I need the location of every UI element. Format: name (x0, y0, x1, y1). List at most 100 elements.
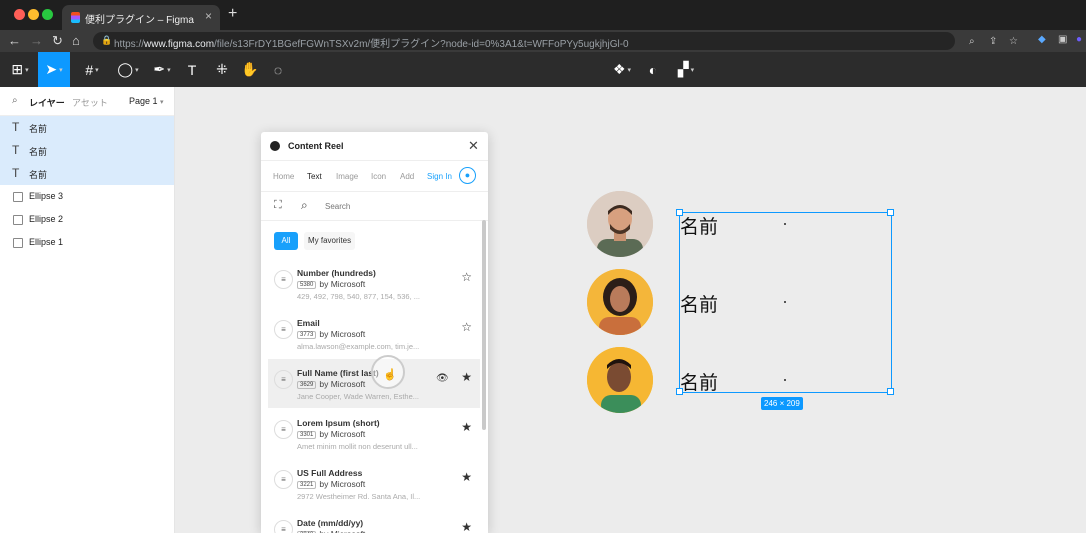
selection-size-label: 246 × 209 (761, 397, 803, 410)
layer-item[interactable]: Ellipse 1 (0, 231, 174, 254)
ellipse-1-avatar[interactable] (587, 191, 653, 257)
text-anchor-dot (784, 223, 786, 225)
content-item[interactable]: ≡ US Full Address 3221 by Microsoft 2972 Wes… (268, 459, 480, 508)
item-author: by Microsoft (319, 379, 366, 389)
figma-logo-icon: ⊞ (11, 61, 24, 77)
tab-icon[interactable]: Icon (371, 172, 386, 181)
tab-home[interactable]: Home (273, 172, 294, 181)
zoom-icon[interactable]: ⌕ (969, 36, 975, 47)
text-icon: T (187, 61, 197, 78)
item-meta: 3221 by Microsoft (297, 479, 365, 489)
tab-text[interactable]: Text (307, 172, 322, 181)
preview-eye-icon[interactable]: 👁 (436, 373, 449, 384)
cursor-arrow-icon: ➤ (45, 61, 58, 77)
resize-handle-bottom-right[interactable] (887, 388, 894, 395)
favorite-star-icon[interactable]: ☆ (461, 320, 472, 334)
text-tool-button[interactable]: T (176, 52, 208, 87)
bookmark-star-icon[interactable]: ☆ (1009, 36, 1018, 47)
content-item[interactable]: ≡ Number (hundreds) 5380 by Microsoft 429, 4… (268, 259, 480, 308)
main-menu-button[interactable]: ⊞ ▾ (4, 52, 36, 87)
new-tab-icon[interactable]: + (228, 5, 237, 23)
browser-tab-bar: 便利プラグイン – Figma × + (0, 0, 1086, 30)
hand-icon: ✋ (241, 61, 259, 77)
frame-tool-button[interactable]: # ▾ (76, 52, 108, 87)
text-lines-icon: ≡ (274, 270, 293, 289)
text-layer-icon: T (12, 143, 20, 157)
forward-icon[interactable]: → (30, 33, 43, 48)
boolean-button[interactable]: ▞ ▾ (670, 52, 702, 87)
layer-item[interactable]: T 名前 (0, 162, 174, 185)
favorite-star-icon[interactable]: ★ (461, 420, 472, 434)
layer-item[interactable]: T 名前 (0, 139, 174, 162)
profile-icon[interactable]: ● (1076, 34, 1082, 45)
component-icon: ❖ (612, 61, 626, 77)
layer-item[interactable]: Ellipse 3 (0, 185, 174, 208)
layer-label: 名前 (29, 124, 48, 134)
favorite-star-icon[interactable]: ☆ (461, 270, 472, 284)
woman-portrait-icon (587, 269, 653, 335)
move-tool-button[interactable]: ➤ ▾ (38, 52, 70, 87)
search-input[interactable] (323, 198, 467, 214)
tab-image[interactable]: Image (336, 172, 358, 181)
content-item[interactable]: ≡ Date (mm/dd/yy)2940by Microsoft ★ (268, 509, 480, 533)
pen-tool-button[interactable]: ✒ ▾ (146, 52, 178, 87)
text-layer-icon: T (12, 120, 20, 134)
extensions-puzzle-icon[interactable]: ▣ (1058, 34, 1067, 45)
resources-icon: ⁜ (216, 61, 228, 77)
ellipse-icon: ◯ (117, 61, 134, 77)
layers-panel: ⌕ レイヤー アセット Page 1 ▾ T 名前 T 名前 T 名前 Ellipse 3 E… (0, 87, 175, 533)
scan-icon[interactable]: ⛶ (274, 199, 282, 212)
sign-in-link[interactable]: Sign In (427, 172, 452, 181)
item-sample: alma.lawson@example.com, tim.je... (297, 342, 420, 351)
text-lines-icon: ≡ (274, 470, 293, 489)
close-window-button[interactable] (14, 9, 25, 20)
text-layer-icon: T (12, 166, 20, 180)
item-title: Lorem Ipsum (short) (297, 418, 380, 428)
search-layers-icon[interactable]: ⌕ (12, 95, 18, 106)
man-portrait-icon (587, 191, 653, 257)
item-sample: Amet minim mollit non deserunt ull... (297, 442, 418, 451)
search-icon: ⌕ (301, 198, 308, 212)
maximize-window-button[interactable] (42, 9, 53, 20)
favorite-star-icon[interactable]: ★ (461, 470, 472, 484)
item-meta: 3773 by Microsoft (297, 329, 365, 339)
filter-all-button[interactable]: All (274, 232, 298, 250)
browser-tab[interactable]: 便利プラグイン – Figma × (62, 5, 220, 30)
share-icon[interactable]: ⇪ (989, 36, 997, 47)
name-text-3[interactable]: 名前 (680, 368, 718, 395)
close-tab-icon[interactable]: × (205, 9, 212, 23)
layers-panel-header: ⌕ レイヤー アセット Page 1 ▾ (0, 87, 174, 116)
resize-handle-top-right[interactable] (887, 209, 894, 216)
minimize-window-button[interactable] (28, 9, 39, 20)
comment-tool-button[interactable]: ◌ (262, 52, 294, 87)
address-bar[interactable]: 🔒 https://www.figma.com/file/s13FrDY1BGe… (93, 32, 1018, 50)
favorite-star-icon[interactable]: ★ (461, 520, 472, 533)
tab-assets[interactable]: アセット (72, 96, 108, 109)
layer-item[interactable]: Ellipse 2 (0, 208, 174, 231)
ellipse-2-avatar[interactable] (587, 269, 653, 335)
item-title: Number (hundreds) (297, 268, 376, 278)
reload-icon[interactable]: ↻ (52, 33, 63, 49)
content-item[interactable]: ≡ Email 3773 by Microsoft alma.lawson@exampl… (268, 309, 480, 358)
mask-button[interactable]: ◐ (637, 52, 669, 87)
page-selector[interactable]: Page 1 ▾ (129, 96, 164, 106)
shape-tool-button[interactable]: ◯ ▾ (112, 52, 144, 87)
ellipse-3-avatar[interactable] (587, 347, 653, 413)
lock-icon: 🔒 (101, 35, 113, 45)
back-icon[interactable]: ← (8, 33, 21, 48)
close-plugin-icon[interactable]: ✕ (468, 138, 479, 154)
tab-layers[interactable]: レイヤー (29, 96, 65, 109)
name-text-2[interactable]: 名前 (680, 290, 718, 317)
extension-icon[interactable]: ◆ (1038, 34, 1046, 45)
user-avatar-icon[interactable]: ● (459, 167, 476, 184)
home-icon[interactable]: ⌂ (72, 33, 80, 48)
favorite-star-icon[interactable]: ★ (461, 370, 472, 384)
filter-favorites-button[interactable]: My favorites (304, 232, 356, 250)
tab-add[interactable]: Add (400, 172, 414, 181)
plugin-scrollbar[interactable] (482, 220, 486, 430)
layer-item[interactable]: T 名前 (0, 116, 174, 139)
mask-icon: ◐ (648, 61, 658, 78)
name-text-1[interactable]: 名前 (680, 212, 718, 239)
content-item[interactable]: ≡ Lorem Ipsum (short) 3301 by Microsoft Amet… (268, 409, 480, 458)
component-tool-button[interactable]: ❖ ▾ (606, 52, 638, 87)
